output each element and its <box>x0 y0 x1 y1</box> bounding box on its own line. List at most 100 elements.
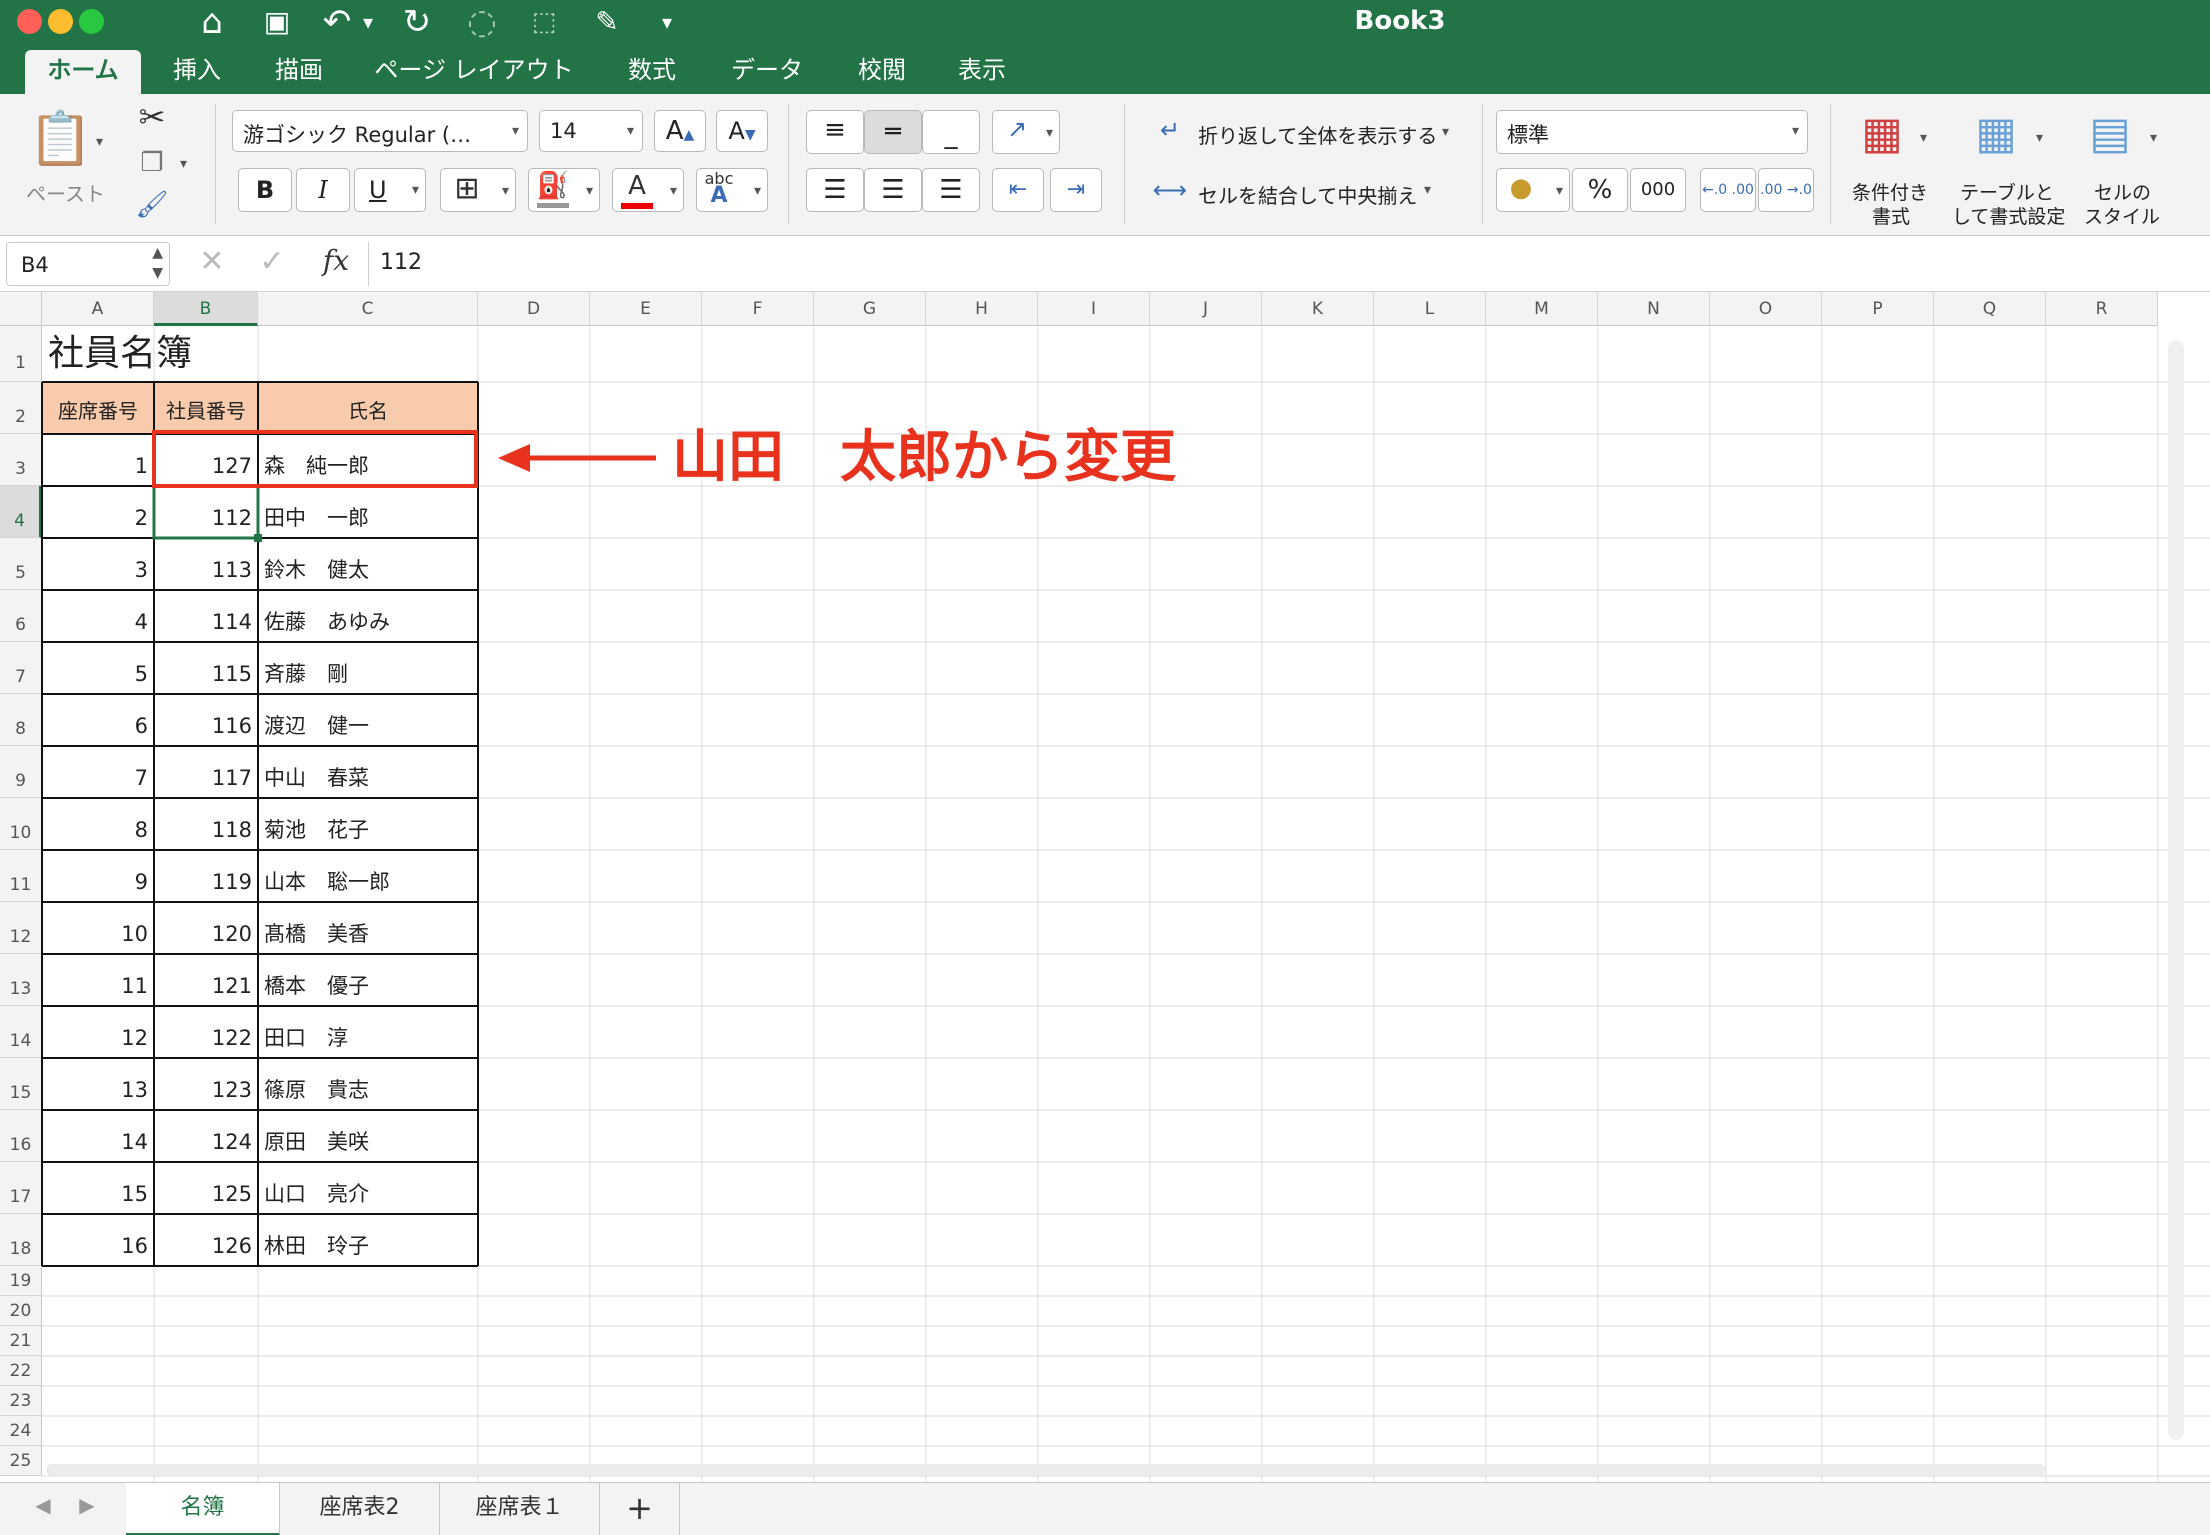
row-header-2[interactable]: 2 <box>0 382 42 434</box>
horizontal-scrollbar[interactable] <box>46 1464 2046 1476</box>
worksheet-grid[interactable]: ABCDEFGHIJKLMNOPQR 1 2 3 4 5 6 7 8 9 10 11 12 13 14 15… <box>0 292 2210 1482</box>
row-header-6[interactable]: 6 <box>0 590 42 642</box>
tab-insert[interactable]: 挿入 <box>160 50 234 94</box>
insert-function-button[interactable]: fx <box>316 244 356 277</box>
row-header-20[interactable]: 20 <box>0 1296 42 1326</box>
name-box[interactable]: B4 ▲ ▼ <box>6 242 170 286</box>
underline-button[interactable]: U ▾ <box>354 168 426 212</box>
table-header-cell[interactable]: 氏名 <box>258 382 478 434</box>
add-sheet-button[interactable]: + <box>600 1483 680 1535</box>
seat-number-cell[interactable]: 1 <box>42 434 154 486</box>
row-header-19[interactable]: 19 <box>0 1266 42 1296</box>
seat-number-cell[interactable]: 2 <box>42 486 154 538</box>
decrease-font-button[interactable]: A▼ <box>716 110 768 152</box>
tab-review[interactable]: 校閲 <box>845 50 919 94</box>
employee-number-cell[interactable]: 115 <box>154 642 258 694</box>
row-header-15[interactable]: 15 <box>0 1058 42 1110</box>
conditional-format-icon[interactable]: ▦ <box>1852 108 1912 164</box>
row-header-25[interactable]: 25 <box>0 1446 42 1476</box>
employee-number-cell[interactable]: 116 <box>154 694 258 746</box>
percent-button[interactable]: % <box>1572 168 1628 212</box>
column-header-c[interactable]: C <box>258 292 478 326</box>
home-icon[interactable]: ⌂ <box>190 0 234 44</box>
row-header-12[interactable]: 12 <box>0 902 42 954</box>
align-right-button[interactable]: ☰ <box>922 168 980 212</box>
seat-number-cell[interactable]: 11 <box>42 954 154 1006</box>
seat-number-cell[interactable]: 12 <box>42 1006 154 1058</box>
sheet-tab-zaseki2[interactable]: 座席表2 <box>280 1483 440 1535</box>
customize-icon[interactable]: ▾ <box>655 0 679 44</box>
employee-name-cell[interactable]: 篠原 貴志 <box>258 1058 478 1110</box>
employee-number-cell[interactable]: 114 <box>154 590 258 642</box>
copy-dropdown-icon[interactable]: ▾ <box>180 156 187 172</box>
column-header-q[interactable]: Q <box>1934 292 2046 326</box>
align-middle-button[interactable]: ═ <box>864 110 922 154</box>
table-header-cell[interactable]: 座席番号 <box>42 382 154 434</box>
seat-number-cell[interactable]: 15 <box>42 1162 154 1214</box>
row-header-22[interactable]: 22 <box>0 1356 42 1386</box>
tab-home[interactable]: ホーム <box>25 50 141 94</box>
employee-number-cell[interactable]: 113 <box>154 538 258 590</box>
paste-icon[interactable]: 📋 <box>28 108 93 170</box>
employee-number-cell[interactable]: 124 <box>154 1110 258 1162</box>
tab-draw[interactable]: 描画 <box>262 50 336 94</box>
accounting-button[interactable]: ● ▾ <box>1496 168 1570 212</box>
formula-input[interactable]: 112 <box>380 250 2180 275</box>
table-header-cell[interactable]: 社員番号 <box>154 382 258 434</box>
seat-number-cell[interactable]: 8 <box>42 798 154 850</box>
sheet-title-cell[interactable]: 社員名簿 <box>42 326 462 382</box>
employee-name-cell[interactable]: 髙橋 美香 <box>258 902 478 954</box>
employee-number-cell[interactable]: 112 <box>154 486 258 538</box>
employee-number-cell[interactable]: 118 <box>154 798 258 850</box>
sheet-tab-meibo[interactable]: 名簿 <box>126 1483 280 1535</box>
seat-number-cell[interactable]: 9 <box>42 850 154 902</box>
column-header-g[interactable]: G <box>814 292 926 326</box>
sheet-tab-zaseki1[interactable]: 座席表１ <box>440 1483 600 1535</box>
borders-button[interactable]: ⊞ ▾ <box>440 168 516 212</box>
zoom-window-button[interactable] <box>79 9 104 34</box>
row-header-17[interactable]: 17 <box>0 1162 42 1214</box>
employee-name-cell[interactable]: 林田 玲子 <box>258 1214 478 1266</box>
confirm-icon[interactable]: ✓ <box>256 244 288 279</box>
comma-button[interactable]: 000 <box>1630 168 1686 212</box>
cancel-icon[interactable]: ✕ <box>196 244 228 279</box>
column-header-h[interactable]: H <box>926 292 1038 326</box>
font-size-select[interactable]: 14 ▾ <box>539 110 643 152</box>
column-header-p[interactable]: P <box>1822 292 1934 326</box>
row-header-21[interactable]: 21 <box>0 1326 42 1356</box>
increase-font-button[interactable]: A▲ <box>654 110 706 152</box>
row-header-3[interactable]: 3 <box>0 434 42 486</box>
vertical-scrollbar[interactable] <box>2168 340 2184 1440</box>
seat-number-cell[interactable]: 13 <box>42 1058 154 1110</box>
redo-icon[interactable]: ↻ <box>395 0 439 44</box>
next-sheet-icon[interactable]: ▶ <box>72 1493 102 1517</box>
seat-number-cell[interactable]: 6 <box>42 694 154 746</box>
column-header-a[interactable]: A <box>42 292 154 326</box>
seat-number-cell[interactable]: 16 <box>42 1214 154 1266</box>
employee-name-cell[interactable]: 原田 美咲 <box>258 1110 478 1162</box>
save-icon[interactable]: ▣ <box>255 0 299 44</box>
column-header-i[interactable]: I <box>1038 292 1150 326</box>
column-header-l[interactable]: L <box>1374 292 1486 326</box>
column-header-b[interactable]: B <box>154 292 258 326</box>
table-format-dropdown-icon[interactable]: ▾ <box>2036 130 2043 146</box>
cut-icon[interactable]: ✂ <box>132 98 172 136</box>
employee-number-cell[interactable]: 117 <box>154 746 258 798</box>
tab-view[interactable]: 表示 <box>945 50 1019 94</box>
align-left-button[interactable]: ☰ <box>806 168 864 212</box>
row-header-1[interactable]: 1 <box>0 326 42 382</box>
row-header-5[interactable]: 5 <box>0 538 42 590</box>
row-header-14[interactable]: 14 <box>0 1006 42 1058</box>
wrap-dropdown-icon[interactable]: ▾ <box>1442 124 1449 140</box>
row-header-4[interactable]: 4 <box>0 486 42 538</box>
cell-styles-icon[interactable]: ▤ <box>2080 108 2140 164</box>
employee-name-cell[interactable]: 田中 一郎 <box>258 486 478 538</box>
employee-name-cell[interactable]: 菊池 花子 <box>258 798 478 850</box>
row-header-7[interactable]: 7 <box>0 642 42 694</box>
increase-indent-button[interactable]: ⇥ <box>1050 168 1102 212</box>
column-header-r[interactable]: R <box>2046 292 2158 326</box>
phonetic-button[interactable]: abc A ▾ <box>696 168 768 212</box>
employee-name-cell[interactable]: 鈴木 健太 <box>258 538 478 590</box>
seat-number-cell[interactable]: 4 <box>42 590 154 642</box>
orientation-button[interactable]: ↗ ▾ <box>992 110 1060 154</box>
